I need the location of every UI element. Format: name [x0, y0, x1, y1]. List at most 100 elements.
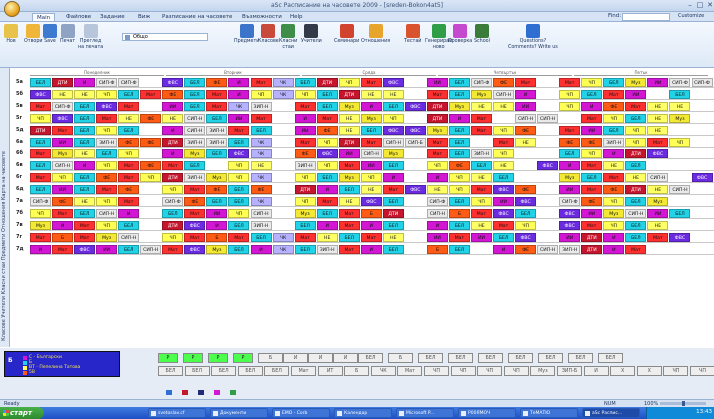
lesson-card[interactable]: НЕ — [471, 220, 493, 230]
lesson-card[interactable]: Мат — [426, 89, 448, 99]
lesson-card[interactable]: НЕ — [426, 185, 448, 195]
lesson-card[interactable]: Мат — [30, 149, 52, 159]
unplaced-card[interactable]: БЕЛ — [448, 353, 473, 363]
lesson-card[interactable]: ЧП — [493, 149, 515, 159]
lesson-card[interactable]: И — [603, 232, 625, 242]
lesson-card[interactable]: ФВС — [515, 197, 537, 206]
lesson-card[interactable]: НЕ — [316, 232, 338, 242]
lesson-card[interactable]: Мат — [118, 173, 140, 183]
lesson-card[interactable]: БЕЛ — [184, 78, 206, 87]
lesson-card[interactable]: ЧП — [30, 208, 52, 218]
lesson-card[interactable]: БЕЛ — [30, 78, 52, 87]
lesson-card[interactable]: Муз — [647, 197, 669, 206]
lesson-card[interactable]: ЧП — [96, 161, 118, 171]
lesson-card[interactable]: СИП-Ф — [426, 197, 448, 206]
lesson-card[interactable]: БЕЛ — [74, 101, 96, 111]
lesson-card[interactable]: И — [162, 149, 184, 159]
lesson-card[interactable]: Мат — [184, 185, 206, 195]
lesson-card[interactable]: БЕЛ — [448, 78, 470, 87]
lesson-card[interactable]: БЕЛ — [316, 173, 338, 183]
lesson-card[interactable]: Муз — [625, 78, 647, 87]
lesson-card[interactable]: Муз — [30, 220, 52, 230]
lesson-card[interactable]: ИИ — [493, 197, 515, 206]
lesson-card[interactable]: БЕЛ — [448, 137, 470, 147]
lesson-card[interactable]: ДТИ — [30, 125, 52, 135]
lesson-card[interactable]: ФВС — [404, 185, 426, 195]
ribbon-button-13[interactable]: Проверка — [448, 24, 472, 45]
find-input[interactable] — [622, 13, 670, 21]
customize-menu[interactable]: Customize — [678, 13, 704, 19]
lesson-card[interactable]: БЕЛ — [581, 89, 603, 99]
lesson-card[interactable]: БЕЛ — [184, 161, 206, 171]
lesson-card[interactable]: ФВС — [669, 232, 691, 242]
unplaced-card[interactable]: ИТ — [317, 366, 343, 376]
lesson-card[interactable]: ИИ — [559, 185, 581, 195]
lesson-card[interactable]: СИП-Ф — [118, 78, 140, 87]
lesson-card[interactable]: ФВС — [559, 220, 581, 230]
unplaced-card[interactable]: ЗИП-Б — [557, 366, 582, 376]
lesson-card[interactable]: Мат — [140, 89, 162, 99]
lesson-card[interactable]: ДТИ — [426, 113, 448, 123]
lesson-card[interactable]: БЕЛ — [118, 220, 140, 230]
lesson-card[interactable]: ЧП — [603, 197, 625, 206]
lesson-card[interactable]: Мат — [360, 78, 382, 87]
lesson-card[interactable]: ЧП — [294, 197, 316, 206]
lesson-card[interactable]: ФЕ — [603, 101, 625, 111]
lesson-card[interactable]: БЕЛ — [625, 113, 647, 123]
lesson-card[interactable]: СИП-Н — [537, 244, 559, 254]
lesson-card[interactable]: Муз — [382, 149, 404, 159]
lesson-card[interactable]: ФЕ — [448, 161, 470, 171]
lesson-card[interactable]: ФЕ — [96, 173, 118, 183]
lesson-card[interactable]: ИИ — [52, 185, 74, 195]
lesson-card[interactable]: БЕЛ — [96, 149, 118, 159]
unplaced-card[interactable]: БЕЛ — [264, 366, 290, 376]
lesson-card[interactable]: Мат — [493, 220, 515, 230]
unplaced-card[interactable]: Р — [208, 353, 228, 363]
lesson-card[interactable]: И — [162, 125, 184, 135]
lesson-card[interactable]: Б — [448, 208, 470, 218]
lesson-card[interactable]: БЕЛ — [338, 185, 360, 195]
lesson-card[interactable]: СИП-Н — [360, 149, 382, 159]
lesson-card[interactable]: НЕ — [338, 197, 360, 206]
lesson-card[interactable]: НЕ — [471, 101, 493, 111]
lesson-card[interactable]: НЕ — [74, 197, 96, 206]
unplaced-card[interactable]: Б — [344, 366, 370, 376]
lesson-card[interactable]: ЗИП-Н — [471, 149, 493, 159]
lesson-card[interactable]: СИП-Ф — [669, 78, 691, 87]
menu-view[interactable]: Виж — [138, 13, 150, 21]
unplaced-card[interactable]: Р — [183, 353, 203, 363]
lesson-card[interactable]: И — [360, 220, 382, 230]
lesson-card[interactable]: И — [30, 244, 52, 254]
lesson-card[interactable]: ДТИ — [162, 173, 184, 183]
lesson-card[interactable]: ЧП — [448, 173, 470, 183]
lesson-card[interactable]: И — [316, 220, 338, 230]
ribbon-button-7[interactable]: Класни стаи — [279, 24, 297, 50]
lesson-card[interactable]: ДТИ — [426, 101, 448, 111]
side-tabs[interactable]: Класове Учители Класни стаи Предмети Отн… — [0, 68, 10, 347]
lesson-card[interactable]: Мат — [250, 78, 272, 87]
lesson-card[interactable]: БЕЛ — [316, 101, 338, 111]
lesson-card[interactable]: Мат — [96, 185, 118, 195]
lesson-card[interactable]: НЕ — [250, 161, 272, 171]
unplaced-card[interactable]: ЧП — [663, 366, 689, 376]
lesson-card[interactable]: Муз — [338, 173, 360, 183]
lesson-card[interactable]: ДТИ — [625, 185, 647, 195]
lesson-card[interactable]: ЧК — [250, 173, 272, 183]
ribbon-button-3[interactable]: Печат — [60, 24, 75, 45]
lesson-card[interactable]: ФЕ — [559, 137, 581, 147]
lesson-card[interactable]: ФЕ — [140, 137, 162, 147]
lesson-card[interactable]: СИП-Н — [493, 89, 515, 99]
lesson-card[interactable]: БЕЛ — [338, 232, 360, 242]
lesson-card[interactable]: Мат — [603, 173, 625, 183]
filter-icon[interactable] — [214, 390, 220, 395]
lesson-card[interactable]: ЧП — [96, 197, 118, 206]
lesson-card[interactable]: Муз — [294, 208, 316, 218]
lesson-card[interactable]: ФЕ — [206, 185, 228, 195]
lesson-card[interactable]: СИП-Н — [537, 113, 559, 123]
minimize-button[interactable]: – — [686, 1, 694, 9]
lesson-card[interactable]: Мат — [228, 232, 250, 242]
unplaced-card[interactable]: Р — [233, 353, 253, 363]
lesson-card[interactable]: НЕ — [471, 173, 493, 183]
unplaced-card[interactable]: БЕЛ — [184, 366, 210, 376]
lesson-card[interactable]: БЕЛ — [625, 197, 647, 206]
